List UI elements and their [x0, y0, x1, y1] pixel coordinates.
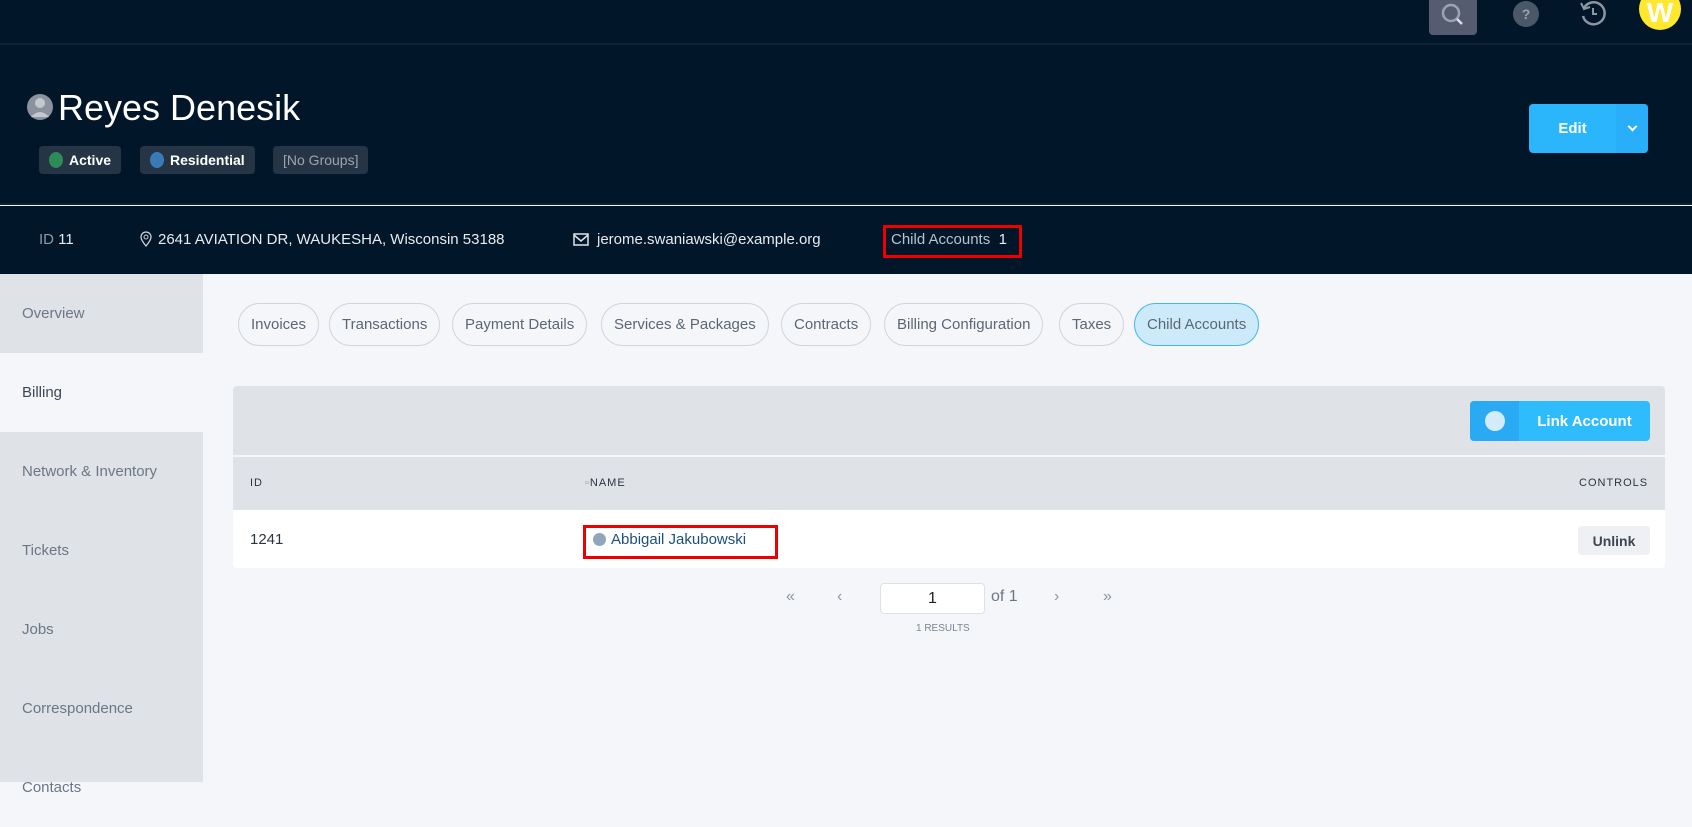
tab-contracts[interactable]: Contracts [781, 303, 872, 346]
type-label: Residential [170, 152, 245, 168]
sidebar-item-network-inventory[interactable]: Network & Inventory [0, 432, 203, 511]
sidebar-item-correspondence[interactable]: Correspondence [0, 669, 203, 748]
first-page-button[interactable]: « [786, 588, 795, 606]
sidebar-item-billing[interactable]: Billing [0, 353, 203, 432]
tab-invoices[interactable]: Invoices [238, 303, 320, 346]
edit-dropdown-button[interactable] [1616, 104, 1648, 153]
table-toolbar [233, 386, 1665, 455]
user-icon [1470, 401, 1519, 441]
edit-button-group: Edit [1529, 104, 1648, 153]
info-bar: ID 11 2641 AVIATION DR, WAUKESHA, Wiscon… [0, 206, 1692, 274]
id-label: ID [39, 231, 54, 248]
page-title: Reyes Denesik [58, 87, 301, 128]
email-text[interactable]: jerome.swaniawski@example.org [597, 231, 821, 248]
account-id: ID 11 [39, 231, 74, 248]
groups-badge: [No Groups] [273, 146, 369, 174]
account-header: Reyes Denesik Edit [0, 45, 1692, 205]
sidebar-item-overview[interactable]: Overview [0, 274, 203, 353]
sidebar: Overview Billing Network & Inventory Tic… [0, 274, 203, 796]
top-bar: ? W [0, 0, 1692, 45]
unlink-button[interactable]: Unlink [1578, 526, 1650, 555]
column-header-controls: CONTROLS [1579, 477, 1649, 489]
status-label: Active [69, 152, 112, 168]
search-icon [1441, 3, 1463, 25]
address-text: 2641 AVIATION DR, WAUKESHA, Wisconsin 53… [158, 231, 505, 248]
column-header-id[interactable]: ID [250, 477, 263, 489]
column-header-name[interactable]: ▫NAME [585, 477, 626, 489]
user-avatar[interactable]: W [1639, 0, 1681, 30]
location-pin-icon [140, 231, 152, 247]
tab-services-packages[interactable]: Services & Packages [601, 303, 769, 346]
help-icon[interactable]: ? [1513, 1, 1539, 27]
link-account-label: Link Account [1537, 412, 1632, 430]
edit-button[interactable]: Edit [1529, 104, 1616, 153]
type-dot [150, 152, 164, 168]
table-row: 1241 Abbigail Jakubowski Unlink [233, 510, 1665, 568]
groups-label: [No Groups] [283, 152, 359, 168]
id-value: 11 [58, 231, 74, 248]
status-dot [49, 152, 63, 168]
name-header-label: NAME [589, 477, 626, 489]
sidebar-item-jobs[interactable]: Jobs [0, 590, 203, 669]
status-badge: Active [39, 146, 122, 174]
history-icon[interactable] [1578, 0, 1608, 28]
table-header [233, 457, 1665, 510]
last-page-button[interactable]: » [1103, 588, 1112, 606]
tab-payment-details[interactable]: Payment Details [452, 303, 588, 346]
page-total: of 1 [991, 588, 1018, 605]
highlight-box [583, 525, 778, 559]
prev-page-button[interactable]: ‹ [837, 588, 842, 606]
row-id: 1241 [250, 531, 284, 548]
sidebar-item-contacts[interactable]: Contacts [0, 748, 203, 827]
tab-transactions[interactable]: Transactions [329, 303, 441, 346]
type-badge: Residential [140, 146, 255, 174]
tab-taxes[interactable]: Taxes [1059, 303, 1125, 346]
sidebar-item-tickets[interactable]: Tickets [0, 511, 203, 590]
chevron-down-icon [1627, 121, 1637, 132]
tab-child-accounts[interactable]: Child Accounts [1134, 303, 1260, 346]
results-count: 1 RESULTS [916, 623, 970, 634]
avatar-placeholder-icon [27, 94, 53, 120]
mail-icon [573, 233, 589, 246]
search-button[interactable] [1429, 0, 1477, 35]
page-input[interactable]: 1 [880, 583, 985, 614]
tab-billing-configuration[interactable]: Billing Configuration [884, 303, 1044, 346]
link-account-button[interactable]: Link Account [1470, 401, 1650, 441]
email: jerome.swaniawski@example.org [573, 231, 821, 248]
highlight-box [883, 225, 1022, 258]
address: 2641 AVIATION DR, WAUKESHA, Wisconsin 53… [140, 231, 505, 248]
next-page-button[interactable]: › [1054, 588, 1059, 606]
